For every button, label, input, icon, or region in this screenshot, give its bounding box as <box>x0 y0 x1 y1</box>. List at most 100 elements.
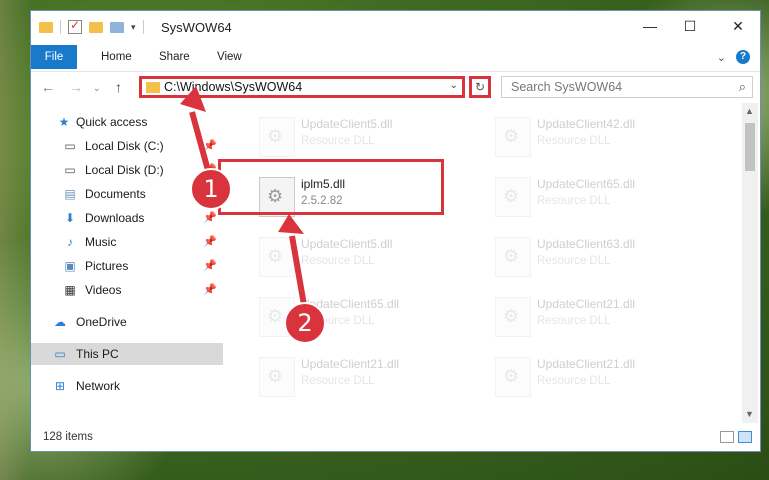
back-arrow-icon[interactable]: ← <box>41 79 55 95</box>
quick-access-customize-icon[interactable] <box>110 21 124 33</box>
tab-share[interactable]: Share <box>149 45 200 69</box>
file-description: Resource DLL <box>301 375 375 387</box>
list-item[interactable]: UpdateClient21.dll Resource DLL <box>257 353 487 401</box>
sidebar-item-pictures[interactable]: ▣ Pictures 📌 <box>31 255 223 277</box>
scrollbar-thumb[interactable] <box>745 123 755 171</box>
up-arrow-icon[interactable]: ↑ <box>115 79 122 95</box>
scroll-down-icon[interactable]: ▼ <box>745 409 754 419</box>
list-item[interactable]: UpdateClient5.dll Resource DLL <box>257 233 487 281</box>
close-button[interactable]: ✕ <box>715 11 761 41</box>
sidebar-item-onedrive[interactable]: ☁ OneDrive <box>31 311 223 333</box>
pin-icon[interactable]: 📌 <box>203 283 217 296</box>
documents-icon: ▤ <box>64 187 76 201</box>
sidebar-item-videos[interactable]: ▦ Videos 📌 <box>31 279 223 301</box>
file-name: UpdateClient21.dll <box>537 297 636 311</box>
pin-icon[interactable]: 📌 <box>203 211 217 224</box>
drive-icon: ▭ <box>64 139 76 153</box>
large-icons-view-icon[interactable] <box>738 431 752 443</box>
file-name: UpdateClient21.dll <box>537 357 636 371</box>
navigation-pane: ★ Quick access ▭ Local Disk (C:) 📌 ▭ Loc… <box>31 103 227 423</box>
star-icon: ★ <box>58 115 70 129</box>
explorer-window: ▾ SysWOW64 — ☐ ✕ File Home Share View ⌄ … <box>30 10 761 452</box>
dll-file-icon <box>495 117 531 157</box>
list-item[interactable]: UpdateClient42.dll Resource DLL <box>493 113 723 161</box>
vertical-scrollbar[interactable]: ▲ ▼ <box>742 103 758 423</box>
dll-file-icon <box>259 357 295 397</box>
tab-file[interactable]: File <box>31 45 77 69</box>
dll-file-icon <box>495 237 531 277</box>
sidebar-item-network[interactable]: ⊞ Network <box>31 375 223 397</box>
sidebar-item-label: Local Disk (C:) <box>85 139 164 153</box>
address-field[interactable]: C:\Windows\SysWOW64 ⌄ <box>139 76 465 98</box>
tab-view[interactable]: View <box>207 45 252 69</box>
scroll-up-icon[interactable]: ▲ <box>745 106 754 116</box>
dll-file-icon <box>495 177 531 217</box>
list-item[interactable]: UpdateClient5.dll Resource DLL <box>257 113 487 161</box>
divider <box>142 20 144 34</box>
view-switcher <box>720 431 752 443</box>
sidebar-item-label: Music <box>85 235 117 249</box>
help-icon[interactable]: ? <box>736 50 750 64</box>
maximize-button[interactable]: ☐ <box>667 11 713 41</box>
list-item[interactable]: UpdateClient65.dll Resource DLL <box>493 173 723 221</box>
file-description: Resource DLL <box>537 135 611 147</box>
sidebar-item-music[interactable]: ♪ Music 📌 <box>31 231 223 253</box>
refresh-button[interactable]: ↻ <box>469 76 491 98</box>
window-title: SysWOW64 <box>161 20 232 35</box>
pin-icon[interactable]: 📌 <box>203 259 217 272</box>
pin-icon[interactable]: 📌 <box>203 139 217 152</box>
new-folder-icon[interactable] <box>89 21 103 33</box>
sidebar-item-label: This PC <box>76 347 119 361</box>
status-bar: 128 items <box>31 423 760 451</box>
folder-icon <box>146 82 160 93</box>
chevron-down-icon[interactable]: ⌄ <box>450 80 458 91</box>
file-description: Resource DLL <box>537 195 611 207</box>
sidebar-item-local-disk-c[interactable]: ▭ Local Disk (C:) 📌 <box>31 135 223 157</box>
sidebar-item-this-pc[interactable]: ▭ This PC <box>31 343 223 365</box>
download-icon: ⬇ <box>64 211 76 225</box>
ribbon-tabs: File Home Share View <box>31 45 760 69</box>
sidebar-item-label: Documents <box>85 187 146 201</box>
list-item[interactable]: UpdateClient21.dll Resource DLL <box>493 353 723 401</box>
folder-icon[interactable] <box>39 21 53 33</box>
pictures-icon: ▣ <box>64 259 76 273</box>
list-item[interactable]: UpdateClient21.dll Resource DLL <box>493 293 723 341</box>
sidebar-item-downloads[interactable]: ⬇ Downloads 📌 <box>31 207 223 229</box>
file-name: UpdateClient5.dll <box>301 117 393 131</box>
tab-home[interactable]: Home <box>91 45 142 69</box>
sidebar-item-label: OneDrive <box>76 315 127 329</box>
drive-icon: ▭ <box>64 163 76 177</box>
network-icon: ⊞ <box>54 379 66 393</box>
dll-file-icon <box>259 117 295 157</box>
divider <box>60 20 61 34</box>
chevron-down-icon[interactable]: ▾ <box>131 22 136 33</box>
search-input[interactable]: Search SysWOW64 ⌕ <box>501 76 753 98</box>
file-name: UpdateClient5.dll <box>301 237 393 251</box>
recent-locations-chevron-icon[interactable]: ⌄ <box>93 83 101 94</box>
sidebar-item-label: Downloads <box>85 211 145 225</box>
quick-access-toolbar: ▾ <box>39 18 144 34</box>
address-path: C:\Windows\SysWOW64 <box>164 80 303 94</box>
pin-icon[interactable]: 📌 <box>203 235 217 248</box>
file-name: UpdateClient63.dll <box>537 237 636 251</box>
address-bar-row: ← → ⌄ ↑ C:\Windows\SysWOW64 ⌄ ↻ Search S… <box>31 71 760 102</box>
cloud-icon: ☁ <box>54 315 66 329</box>
chevron-down-icon[interactable]: ⌄ <box>717 51 726 64</box>
forward-arrow-icon[interactable]: → <box>69 79 83 95</box>
file-description: Resource DLL <box>537 375 611 387</box>
sidebar-item-label: Local Disk (D:) <box>85 163 164 177</box>
details-view-icon[interactable] <box>720 431 734 443</box>
file-description: Resource DLL <box>537 255 611 267</box>
step-badge-1: 1 <box>190 168 232 210</box>
sidebar-item-quick-access[interactable]: ★ Quick access <box>31 111 223 133</box>
list-item[interactable]: UpdateClient63.dll Resource DLL <box>493 233 723 281</box>
file-name: UpdateClient42.dll <box>537 117 636 131</box>
step-badge-2: 2 <box>284 302 326 344</box>
file-highlight-box <box>218 159 444 215</box>
title-bar: ▾ SysWOW64 — ☐ ✕ <box>31 11 760 45</box>
videos-icon: ▦ <box>64 283 76 297</box>
music-icon: ♪ <box>67 235 73 249</box>
computer-icon: ▭ <box>54 347 66 361</box>
properties-icon[interactable] <box>68 18 82 34</box>
item-count: 128 items <box>43 431 93 443</box>
